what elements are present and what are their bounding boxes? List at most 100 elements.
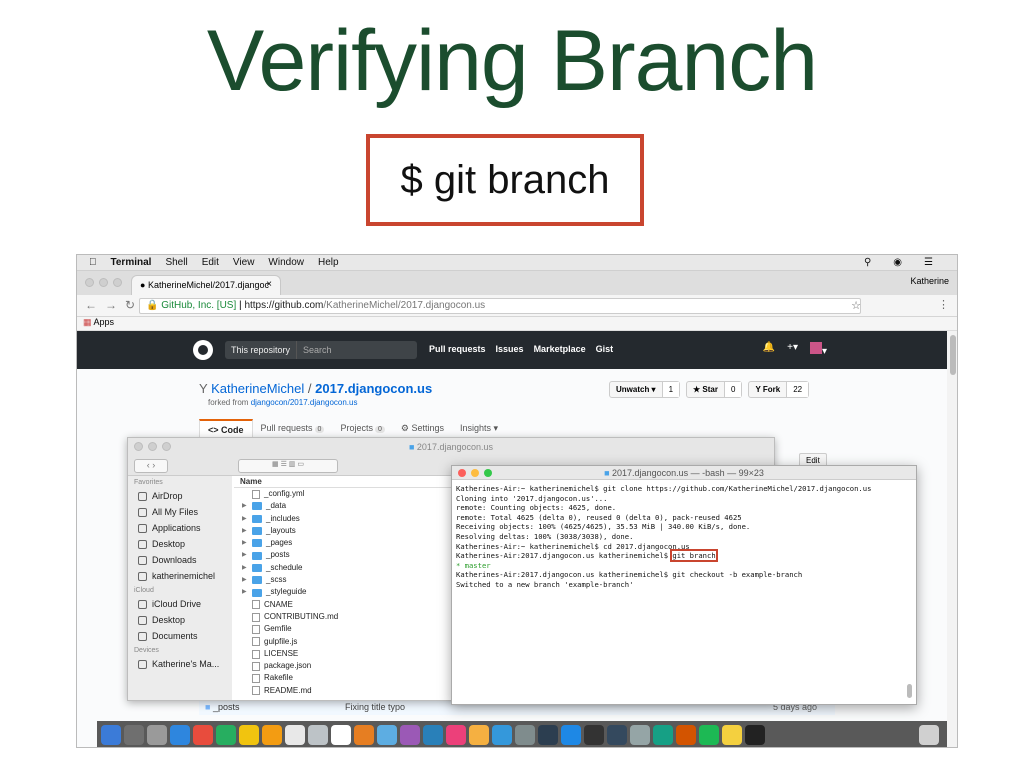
tab-pull-requests[interactable]: Pull requests 0 [253, 419, 333, 439]
trash-icon[interactable] [919, 725, 939, 745]
terminal-zoom-button[interactable] [484, 469, 492, 477]
calendar-icon[interactable] [745, 725, 765, 745]
photos-icon[interactable] [262, 725, 282, 745]
console-icon[interactable] [607, 725, 627, 745]
chrome-menu-icon[interactable]: ⋮ [938, 298, 949, 311]
grid-view-icon[interactable]: ▦ [272, 461, 279, 468]
github-logo-icon[interactable] [193, 340, 213, 360]
tab-projects[interactable]: Projects 0 [332, 419, 392, 439]
facetime-icon[interactable] [308, 725, 328, 745]
chrome-icon[interactable] [170, 725, 190, 745]
sidebar-item[interactable]: Desktop [128, 536, 232, 552]
notes-icon[interactable] [216, 725, 236, 745]
finder-zoom-button[interactable] [162, 442, 171, 451]
terminal-icon[interactable] [423, 725, 443, 745]
launchpad-icon[interactable] [124, 725, 144, 745]
reminders-icon[interactable] [239, 725, 259, 745]
bookmark-apps[interactable]: Apps [94, 317, 115, 327]
window-zoom-button[interactable] [113, 278, 122, 287]
profile-name[interactable]: Katherine [910, 276, 949, 286]
commit-message[interactable]: Fixing title typo [345, 702, 405, 712]
messages-icon[interactable] [285, 725, 305, 745]
menu-edit[interactable]: Edit [202, 257, 219, 268]
activity-monitor-icon[interactable] [492, 725, 512, 745]
back-icon[interactable]: ← [85, 298, 105, 312]
finder-forward-icon[interactable]: › [152, 460, 155, 470]
chrome-icon[interactable] [722, 725, 742, 745]
sidebar-item[interactable]: AirDrop [128, 488, 232, 504]
preferences-icon[interactable] [400, 725, 420, 745]
disclosure-triangle-icon[interactable]: ▶ [242, 537, 252, 549]
gimp-icon[interactable] [584, 725, 604, 745]
notification-center-icon[interactable]: ☰ [924, 257, 933, 268]
menu-window[interactable]: Window [268, 257, 304, 268]
finder-back-forward[interactable]: ‹ › [134, 459, 168, 473]
search-input[interactable]: Search [297, 345, 332, 355]
terminal-output[interactable]: Katherines-Air:~ katherinemichel$ git cl… [456, 484, 904, 590]
preview-icon[interactable] [515, 725, 535, 745]
sidebar-item[interactable]: Documents [128, 628, 232, 644]
terminal-scrollbar[interactable] [906, 484, 914, 702]
sidebar-item[interactable]: Downloads [128, 552, 232, 568]
browser-scrollbar[interactable] [947, 331, 957, 747]
spotlight-icon[interactable]: ⚲ [864, 257, 871, 268]
launchpad-icon[interactable] [676, 725, 696, 745]
finder-icon[interactable] [653, 725, 673, 745]
books-icon[interactable] [354, 725, 374, 745]
scrollbar-thumb[interactable] [950, 335, 956, 375]
sublime-icon[interactable] [538, 725, 558, 745]
commit-folder[interactable]: ■ _posts [205, 702, 239, 712]
url-bar[interactable]: 🔒 GitHub, Inc. [US] | https://github.com… [139, 298, 861, 314]
menu-shell[interactable]: Shell [165, 257, 187, 268]
disclosure-triangle-icon[interactable]: ▶ [242, 562, 252, 574]
finder-titlebar[interactable]: ■ 2017.djangocon.us [128, 438, 774, 456]
sidebar-item[interactable]: Katherine's Ma... [128, 656, 232, 672]
spotify-icon[interactable] [561, 725, 581, 745]
browser-tab[interactable]: ● KatherineMichel/2017.djangoc × [131, 275, 281, 295]
window-minimize-button[interactable] [99, 278, 108, 287]
list-view-icon[interactable]: ☰ [281, 461, 287, 468]
menu-app-name[interactable]: Terminal [111, 257, 152, 268]
close-tab-icon[interactable]: × [266, 279, 272, 290]
forked-source-link[interactable]: djangocon/2017.djangocon.us [251, 398, 358, 407]
text-editor-icon[interactable] [446, 725, 466, 745]
bell-icon[interactable]: 🔔 [763, 342, 775, 357]
sidebar-item[interactable]: Desktop [128, 612, 232, 628]
forward-icon[interactable]: → [105, 298, 125, 312]
fork-button[interactable]: Y Fork 22 [748, 381, 810, 398]
watch-button[interactable]: Unwatch ▾ 1 [609, 381, 681, 398]
star-button[interactable]: ★ Star 0 [686, 381, 743, 398]
siri-icon[interactable]: ◉ [893, 257, 902, 268]
finder-view-switcher[interactable]: ▦ ☰ ▥ ▭ [238, 459, 338, 473]
disclosure-triangle-icon[interactable]: ▶ [242, 574, 252, 586]
menu-view[interactable]: View [233, 257, 255, 268]
terminal-scroll-thumb[interactable] [907, 684, 912, 698]
terminal-close-button[interactable] [458, 469, 466, 477]
avatar[interactable]: ▾ [809, 342, 827, 357]
cover-flow-icon[interactable]: ▭ [297, 461, 304, 468]
nav-gist[interactable]: Gist [596, 344, 614, 354]
github-search[interactable]: This repository Search [225, 341, 417, 359]
window-close-button[interactable] [85, 278, 94, 287]
sidebar-item[interactable]: Applications [128, 520, 232, 536]
tab-insights[interactable]: Insights ▾ [452, 419, 506, 439]
disclosure-triangle-icon[interactable]: ▶ [242, 586, 252, 598]
repo-name[interactable]: 2017.djangocon.us [315, 381, 432, 396]
tab-code[interactable]: <> Code [199, 419, 253, 439]
app-store-icon[interactable] [377, 725, 397, 745]
disclosure-triangle-icon[interactable]: ▶ [242, 513, 252, 525]
nav-marketplace[interactable]: Marketplace [534, 344, 586, 354]
itunes-icon[interactable] [331, 725, 351, 745]
safari-icon[interactable] [699, 725, 719, 745]
trash-icon[interactable] [630, 725, 650, 745]
terminal-titlebar[interactable]: ■ 2017.djangocon.us — -bash — 99×23 [452, 466, 916, 480]
safari-icon[interactable] [147, 725, 167, 745]
sidebar-item[interactable]: All My Files [128, 504, 232, 520]
music-icon[interactable] [469, 725, 489, 745]
disclosure-triangle-icon[interactable]: ▶ [242, 549, 252, 561]
nav-pull-requests[interactable]: Pull requests [429, 344, 486, 354]
apps-grid-icon[interactable]: ▦ [83, 317, 92, 327]
calendar-icon[interactable] [193, 725, 213, 745]
finder-back-icon[interactable]: ‹ [147, 460, 150, 470]
finder-icon[interactable] [101, 725, 121, 745]
